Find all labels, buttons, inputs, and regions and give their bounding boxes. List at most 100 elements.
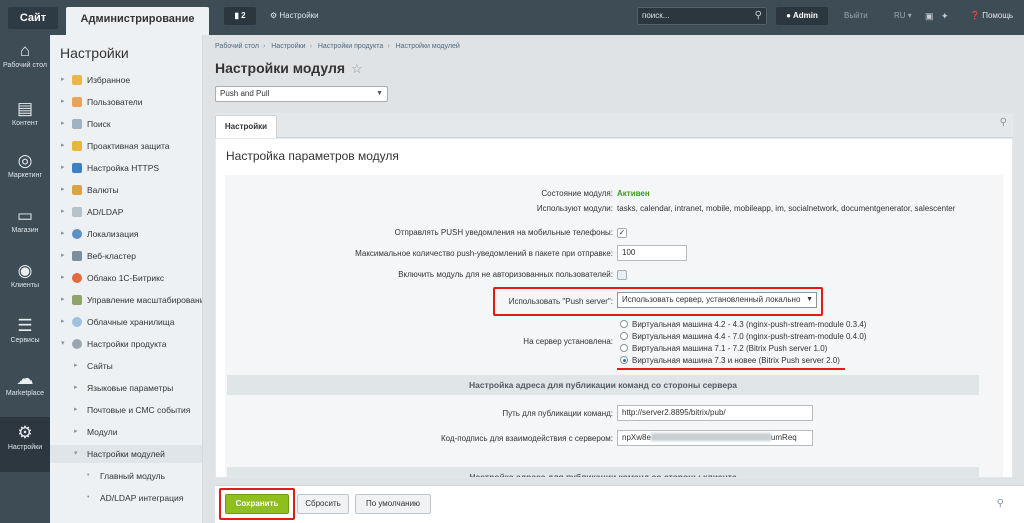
search-icon[interactable]: ⚲ (755, 8, 762, 24)
nav-settings-label: Настройки (7, 444, 43, 451)
breadcrumb-item[interactable]: Настройки модулей (396, 43, 460, 50)
pin-icon[interactable]: ✦ (941, 11, 949, 21)
menu-item-favorites[interactable]: ▸ Избранное (50, 71, 202, 89)
breadcrumb-item[interactable]: Настройки (271, 43, 305, 50)
max-push-label: Максимальное количество push-уведомлений… (355, 249, 613, 258)
user-name: Admin (792, 11, 818, 20)
pub-path-label: Путь для публикации команд: (502, 409, 613, 418)
nav-marketing[interactable]: ◎ Маркетинг (0, 145, 50, 200)
menu-item-label: Облако 1С-Битрикс (87, 273, 165, 283)
main-content: Рабочий стол › Настройки › Настройки проду… (204, 35, 1024, 523)
menu-item-mail-events[interactable]: ▸ Почтовые и СМС события (50, 401, 202, 419)
flag-icon: ▮ (234, 11, 239, 20)
page-title: Настройки модуля (215, 60, 346, 76)
window-icon[interactable]: ▣ (925, 11, 934, 21)
nav-content[interactable]: ▤ Контент (0, 93, 50, 148)
radio-vm-73[interactable]: Виртуальная машина 7.3 и новее (Bitrix P… (620, 356, 840, 365)
menu-item-cluster[interactable]: ▸ Веб-кластер (50, 247, 202, 265)
pub-path-input[interactable]: http://server2.8895/bitrix/pub/ (617, 405, 813, 421)
menu-item-product-settings[interactable]: ▾ Настройки продукта (50, 335, 202, 353)
reset-button[interactable]: Сбросить (297, 494, 349, 514)
menu-item-label: Веб-кластер (87, 251, 137, 261)
push-mobile-label: Отправлять PUSH уведомления на мобильные… (394, 228, 613, 237)
favorite-star-icon[interactable]: ☆ (351, 61, 363, 77)
breadcrumb-item[interactable]: Рабочий стол (215, 43, 259, 50)
user-button[interactable]: ● Admin (776, 7, 828, 25)
settings-panel: Настройка параметров модуля Состояние мо… (215, 138, 1013, 478)
menu-item-label: Модули (87, 427, 118, 437)
logout-link[interactable]: Выйти (844, 7, 868, 25)
menu-item-label: Главный модуль (100, 471, 166, 481)
nav-marketing-label: Маркетинг (7, 172, 43, 179)
nav-clients-label: Клиенты (10, 282, 40, 289)
nav-shop[interactable]: ▭ Магазин (0, 200, 50, 255)
star-icon (72, 75, 82, 85)
home-icon: ⌂ (19, 41, 31, 60)
nav-desktop[interactable]: ⌂ Рабочий стол (0, 35, 50, 90)
menu-item-security[interactable]: ▸ Проактивная защита (50, 137, 202, 155)
menu-item-label: Избранное (87, 75, 131, 85)
menu-item-label: AD/LDAP (87, 207, 124, 217)
document-icon: ▤ (16, 99, 34, 118)
nav-settings[interactable]: ⚙ Настройки (0, 417, 50, 472)
radio-vm-42[interactable]: Виртуальная машина 4.2 - 4.3 (nginx-push… (620, 320, 866, 329)
settings-menu: Настройки ▸ Избранное ▸ Пользователи ▸ Поис… (50, 35, 203, 523)
menu-item-scaling[interactable]: ▸ Управление масштабированием (50, 291, 202, 309)
radio-label: Виртуальная машина 7.1 - 7.2 (Bitrix Pus… (632, 344, 828, 353)
menu-item-cloud[interactable]: ▸ Облако 1С-Битрикс (50, 269, 202, 287)
nav-shop-label: Магазин (11, 227, 39, 234)
save-button[interactable]: Сохранить (225, 494, 289, 514)
nav-marketplace[interactable]: ☁ Marketplace (0, 363, 50, 418)
module-select[interactable]: Push and Pull ▼ (215, 86, 388, 102)
menu-item-main-module[interactable]: • Главный модуль (50, 467, 202, 485)
menu-item-storage[interactable]: ▸ Облачные хранилища (50, 313, 202, 331)
menu-item-localization[interactable]: ▸ Локализация (50, 225, 202, 243)
ldap-icon (72, 207, 82, 217)
nav-clients[interactable]: ◉ Клиенты (0, 255, 50, 310)
top-settings-link[interactable]: ⚙ Настройки (270, 7, 319, 25)
pin-icon[interactable]: ⚲ (997, 498, 1004, 509)
radio-vm-44[interactable]: Виртуальная машина 4.4 - 7.0 (nginx-push… (620, 332, 866, 341)
radio-vm-71[interactable]: Виртуальная машина 7.1 - 7.2 (Bitrix Pus… (620, 344, 827, 353)
sign-suffix: umReq (770, 433, 797, 442)
tab-settings[interactable]: Настройки (215, 115, 277, 138)
nav-services[interactable]: ☰ Сервисы (0, 310, 50, 365)
push-server-select[interactable]: Использовать сервер, установленный локал… (617, 292, 817, 308)
menu-item-users[interactable]: ▸ Пользователи (50, 93, 202, 111)
menu-item-currencies[interactable]: ▸ Валюты (50, 181, 202, 199)
help-link[interactable]: ❓ Помощь (970, 7, 1013, 25)
menu-item-https[interactable]: ▸ Настройка HTTPS (50, 159, 202, 177)
pin-icon[interactable]: ⚲ (1000, 117, 1007, 128)
search-placeholder: поиск... (642, 11, 670, 20)
site-tab[interactable]: Сайт (8, 7, 58, 29)
top-tools: ▣ ✦ (925, 7, 949, 25)
clients-icon: ◉ (17, 261, 33, 280)
push-mobile-checkbox[interactable]: ✓ (617, 228, 627, 238)
menu-item-modules[interactable]: ▸ Модули (50, 423, 202, 441)
menu-item-language[interactable]: ▸ Языковые параметры (50, 379, 202, 397)
state-value: Активен (617, 189, 650, 198)
admin-tab[interactable]: Администрирование (66, 7, 209, 35)
language-switch[interactable]: RU ▾ (894, 7, 912, 25)
menu-item-ldap-integration[interactable]: • AD/LDAP интеграция (50, 489, 202, 507)
breadcrumb-item[interactable]: Настройки продукта (318, 43, 383, 50)
menu-item-label: Языковые параметры (87, 383, 174, 393)
sign-label: Код-подпись для взаимодействия с серверо… (440, 434, 613, 443)
menu-item-sites[interactable]: ▸ Сайты (50, 357, 202, 375)
sign-input[interactable]: npXw8e umReq (617, 430, 813, 446)
menu-item-label: Локализация (87, 229, 139, 239)
guest-checkbox[interactable] (617, 270, 627, 280)
default-button[interactable]: По умолчанию (355, 494, 431, 514)
max-push-input[interactable]: 100 (617, 245, 687, 261)
menu-item-label: Проактивная защита (87, 141, 170, 151)
gear-icon: ⚙ (270, 11, 278, 20)
nav-desktop-label: Рабочий стол (3, 62, 47, 69)
notifications-button[interactable]: ▮ 2 (224, 7, 256, 25)
menu-item-ldap[interactable]: ▸ AD/LDAP (50, 203, 202, 221)
bottom-bar: Сохранить Сбросить По умолчанию ⚲ (215, 485, 1024, 523)
menu-item-label: Настройки модулей (87, 449, 165, 459)
menu-item-search[interactable]: ▸ Поиск (50, 115, 202, 133)
cloud-icon (72, 273, 82, 283)
menu-item-module-settings[interactable]: ▾ Настройки модулей (50, 445, 202, 463)
search-input[interactable]: поиск... ⚲ (637, 7, 767, 25)
